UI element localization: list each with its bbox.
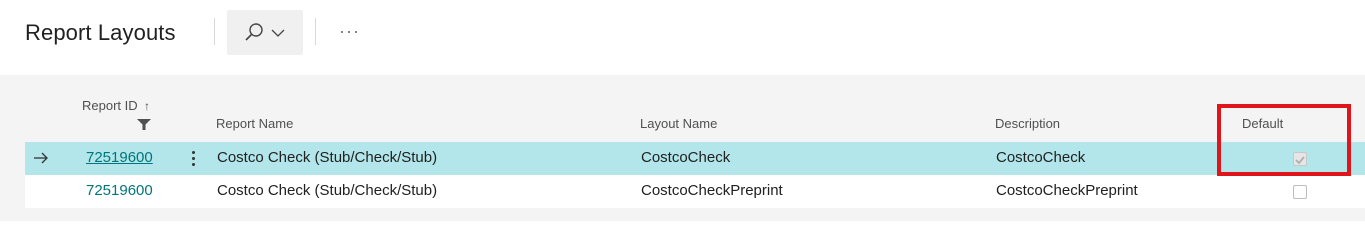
highlight-annotation bbox=[1217, 104, 1351, 176]
page-title: Report Layouts bbox=[25, 20, 176, 45]
chevron-down-icon bbox=[271, 29, 285, 37]
more-icon bbox=[341, 31, 343, 33]
filter-icon[interactable] bbox=[137, 119, 151, 130]
column-header-description[interactable]: Description bbox=[995, 116, 1060, 131]
table-row[interactable]: 72519600 Costco Check (Stub/Check/Stub) … bbox=[25, 142, 1365, 175]
divider bbox=[214, 18, 215, 45]
arrow-right-icon bbox=[34, 152, 48, 164]
column-header-layout-name[interactable]: Layout Name bbox=[640, 116, 717, 131]
layout-name-cell: CostcoCheckPreprint bbox=[641, 182, 783, 199]
default-checkbox[interactable] bbox=[1293, 185, 1307, 199]
search-button[interactable] bbox=[227, 10, 303, 55]
report-name-cell: Costco Check (Stub/Check/Stub) bbox=[217, 182, 438, 199]
column-header-report-id[interactable]: Report ID bbox=[82, 98, 138, 113]
table-row[interactable]: 72519600 Costco Check (Stub/Check/Stub) … bbox=[25, 175, 1365, 208]
column-header-report-name[interactable]: Report Name bbox=[216, 116, 293, 131]
page-header: Report Layouts bbox=[0, 0, 1365, 75]
report-id-link[interactable]: 72519600 bbox=[86, 182, 153, 199]
divider bbox=[315, 18, 316, 45]
sort-ascending-icon: ↑ bbox=[144, 99, 150, 113]
report-id-link[interactable]: 72519600 bbox=[86, 149, 153, 166]
row-actions-icon[interactable] bbox=[190, 150, 196, 168]
report-name-cell: Costco Check (Stub/Check/Stub) bbox=[217, 149, 438, 166]
search-icon bbox=[245, 23, 263, 41]
description-cell: CostcoCheckPreprint bbox=[996, 182, 1138, 199]
more-options-button[interactable] bbox=[332, 18, 368, 46]
description-cell: CostcoCheck bbox=[996, 149, 1086, 166]
layout-name-cell: CostcoCheck bbox=[641, 149, 731, 166]
